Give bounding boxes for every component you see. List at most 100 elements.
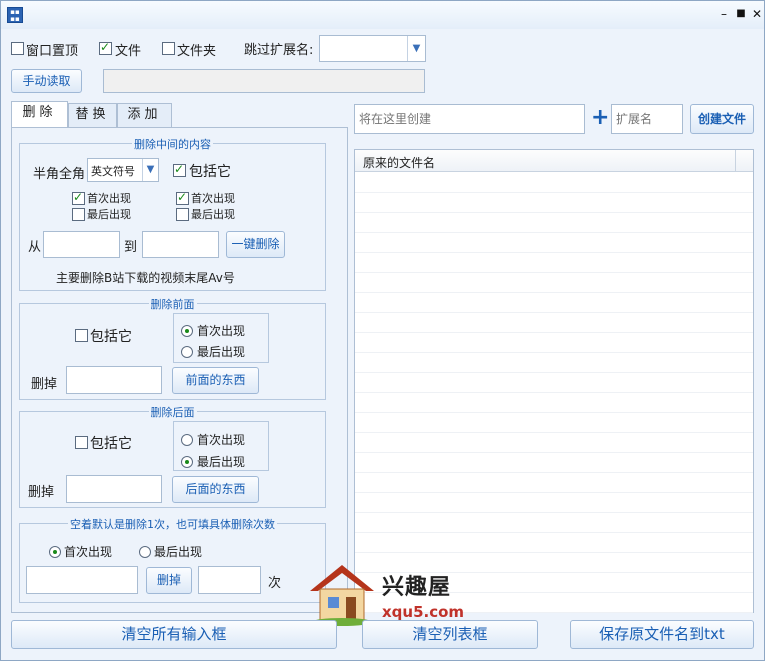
back-last-radio[interactable] (181, 454, 193, 468)
manual-read-button[interactable]: 手动读取 (11, 69, 82, 93)
width-mode-value: 英文符号 (91, 165, 135, 178)
bilibili-note: 主要删除B站下载的视频末尾Av号 (56, 271, 235, 285)
folder-check-box[interactable] (162, 42, 175, 55)
path-field[interactable] (103, 69, 425, 93)
column-divider (735, 150, 736, 172)
count-first-radio-dot[interactable] (49, 545, 61, 558)
count-first-radio[interactable] (49, 544, 61, 558)
front-include-checkbox[interactable] (75, 328, 88, 342)
list-row-line (355, 352, 753, 353)
tab-add[interactable]: 添加 (117, 103, 172, 127)
list-header: 原来的文件名 (355, 150, 753, 172)
save-txt-button[interactable]: 保存原文件名到txt (570, 620, 754, 649)
front-include-check-box[interactable] (75, 329, 88, 342)
back-include-checkbox[interactable] (75, 435, 88, 449)
back-first-radio-dot[interactable] (181, 433, 193, 446)
file-checkbox[interactable] (99, 40, 112, 55)
count-number-input[interactable] (198, 566, 261, 594)
chevron-down-icon[interactable]: ▼ (142, 159, 158, 181)
watermark-url: xqu5.com (382, 603, 465, 621)
list-row-line (355, 292, 753, 293)
count-first-label: 首次出现 (64, 545, 113, 559)
front-last-radio[interactable] (181, 344, 193, 358)
count-text-input[interactable] (26, 566, 138, 594)
list-row-line (355, 192, 753, 193)
delete-middle-title: 删除中间的内容 (132, 138, 213, 151)
extension-input[interactable] (611, 104, 683, 134)
clear-list-button[interactable]: 清空列表框 (362, 620, 538, 649)
list-row-line (355, 372, 753, 373)
front-delete-input[interactable] (66, 366, 162, 394)
create-name-input[interactable] (354, 104, 585, 134)
count-unit-label: 次 (268, 576, 282, 591)
original-filename-column[interactable]: 原来的文件名 (363, 154, 435, 171)
left-first-label: 首次出现 (87, 192, 131, 205)
width-mode-label: 半角全角 (33, 167, 86, 182)
back-last-radio-dot[interactable] (181, 455, 193, 468)
back-first-radio[interactable] (181, 432, 193, 446)
count-last-radio[interactable] (139, 544, 151, 558)
file-list[interactable]: 原来的文件名 (354, 149, 754, 613)
skip-ext-label: 跳过扩展名: (244, 43, 314, 58)
middle-include-label: 包括它 (189, 164, 231, 180)
list-row-line (355, 492, 753, 493)
topmost-checkbox[interactable] (11, 41, 24, 55)
front-include-label: 包括它 (90, 329, 132, 345)
folder-label: 文件夹 (177, 44, 217, 59)
minimize-icon[interactable]: – (715, 5, 733, 23)
tab-replace[interactable]: 替换 (68, 103, 117, 127)
left-last-check-box[interactable] (72, 208, 85, 221)
middle-include-check-box[interactable] (173, 162, 186, 177)
left-first-checkbox[interactable] (72, 190, 85, 205)
delete-back-button[interactable]: 后面的东西 (172, 476, 259, 503)
right-last-label: 最后出现 (191, 208, 235, 221)
middle-include-checkbox[interactable] (173, 162, 186, 177)
list-row-line (355, 552, 753, 553)
right-last-checkbox[interactable] (176, 207, 189, 221)
front-first-radio-dot[interactable] (181, 324, 193, 337)
close-icon[interactable]: ✕ (748, 5, 765, 23)
house-logo-icon (310, 565, 374, 626)
list-row-line (355, 392, 753, 393)
count-last-label: 最后出现 (154, 545, 203, 559)
list-row-line (355, 312, 753, 313)
front-first-radio[interactable] (181, 323, 193, 337)
front-delete-label: 删掉 (31, 377, 58, 392)
one-click-delete-button[interactable]: 一键删除 (226, 231, 285, 258)
width-mode-select[interactable]: 英文符号 ▼ (87, 158, 159, 182)
front-first-label: 首次出现 (197, 324, 246, 338)
clear-inputs-button[interactable]: 清空所有输入框 (11, 620, 337, 649)
back-include-label: 包括它 (90, 436, 132, 452)
back-include-check-box[interactable] (75, 436, 88, 449)
file-check-box[interactable] (99, 40, 112, 55)
skip-ext-select[interactable]: ▼ (319, 35, 426, 62)
front-last-radio-dot[interactable] (181, 345, 193, 358)
back-delete-input[interactable] (66, 475, 162, 503)
folder-checkbox[interactable] (162, 41, 175, 55)
topmost-label: 窗口置顶 (26, 44, 79, 59)
list-row-line (355, 212, 753, 213)
topmost-check-box[interactable] (11, 42, 24, 55)
right-first-checkbox[interactable] (176, 190, 189, 205)
list-row-line (355, 232, 753, 233)
back-delete-label: 删掉 (28, 485, 55, 500)
right-first-check-box[interactable] (176, 190, 189, 205)
right-first-label: 首次出现 (191, 192, 235, 205)
from-input[interactable] (43, 231, 120, 258)
count-delete-button[interactable]: 删掉 (146, 567, 192, 594)
main-window: ▪▪▪▪ – ■ ✕ 窗口置顶 文件 文件夹 跳过扩展名: ▼ 手动读取 删除 … (0, 0, 765, 661)
left-first-check-box[interactable] (72, 190, 85, 205)
delete-front-button[interactable]: 前面的东西 (172, 367, 259, 394)
tab-delete[interactable]: 删除 (11, 101, 68, 128)
count-last-radio-dot[interactable] (139, 545, 151, 558)
list-row-line (355, 432, 753, 433)
plus-icon: + (591, 105, 610, 130)
create-file-button[interactable]: 创建文件 (690, 104, 754, 134)
right-last-check-box[interactable] (176, 208, 189, 221)
left-last-label: 最后出现 (87, 208, 131, 221)
chevron-down-icon[interactable]: ▼ (407, 36, 425, 61)
left-last-checkbox[interactable] (72, 207, 85, 221)
list-row-line (355, 412, 753, 413)
to-input[interactable] (142, 231, 219, 258)
to-label: 到 (124, 240, 138, 255)
